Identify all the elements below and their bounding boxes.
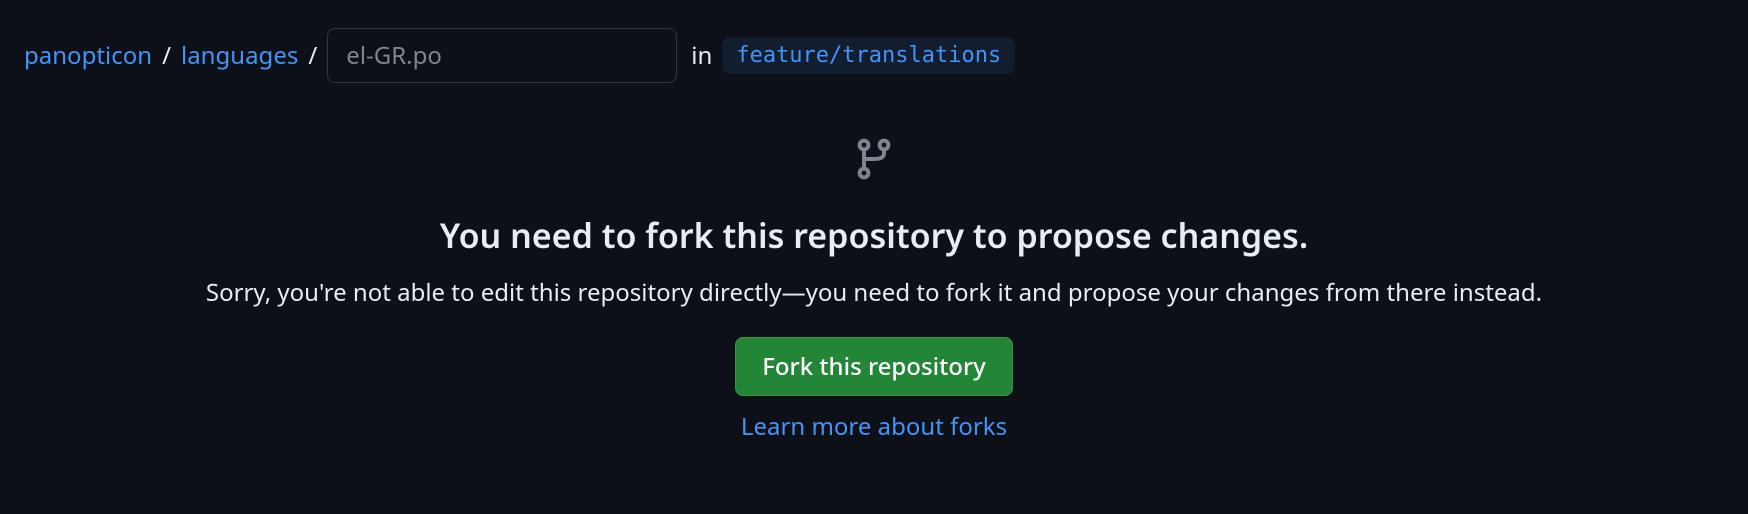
fork-repository-button[interactable]: Fork this repository bbox=[735, 337, 1013, 396]
branch-badge[interactable]: feature/translations bbox=[722, 37, 1015, 74]
filename-input[interactable] bbox=[327, 28, 677, 83]
breadcrumb-folder-link[interactable]: languages bbox=[181, 39, 298, 72]
fork-subtext: Sorry, you're not able to edit this repo… bbox=[0, 276, 1748, 309]
fork-heading: You need to fork this repository to prop… bbox=[0, 212, 1748, 258]
git-branch-icon bbox=[850, 135, 898, 188]
breadcrumb: panopticon / languages / in feature/tran… bbox=[0, 0, 1748, 83]
breadcrumb-repo-link[interactable]: panopticon bbox=[24, 39, 152, 72]
breadcrumb-separator: / bbox=[308, 39, 317, 72]
breadcrumb-separator: / bbox=[162, 39, 171, 72]
in-label: in bbox=[691, 39, 712, 72]
fork-notice: You need to fork this repository to prop… bbox=[0, 135, 1748, 443]
learn-more-forks-link[interactable]: Learn more about forks bbox=[0, 410, 1748, 443]
